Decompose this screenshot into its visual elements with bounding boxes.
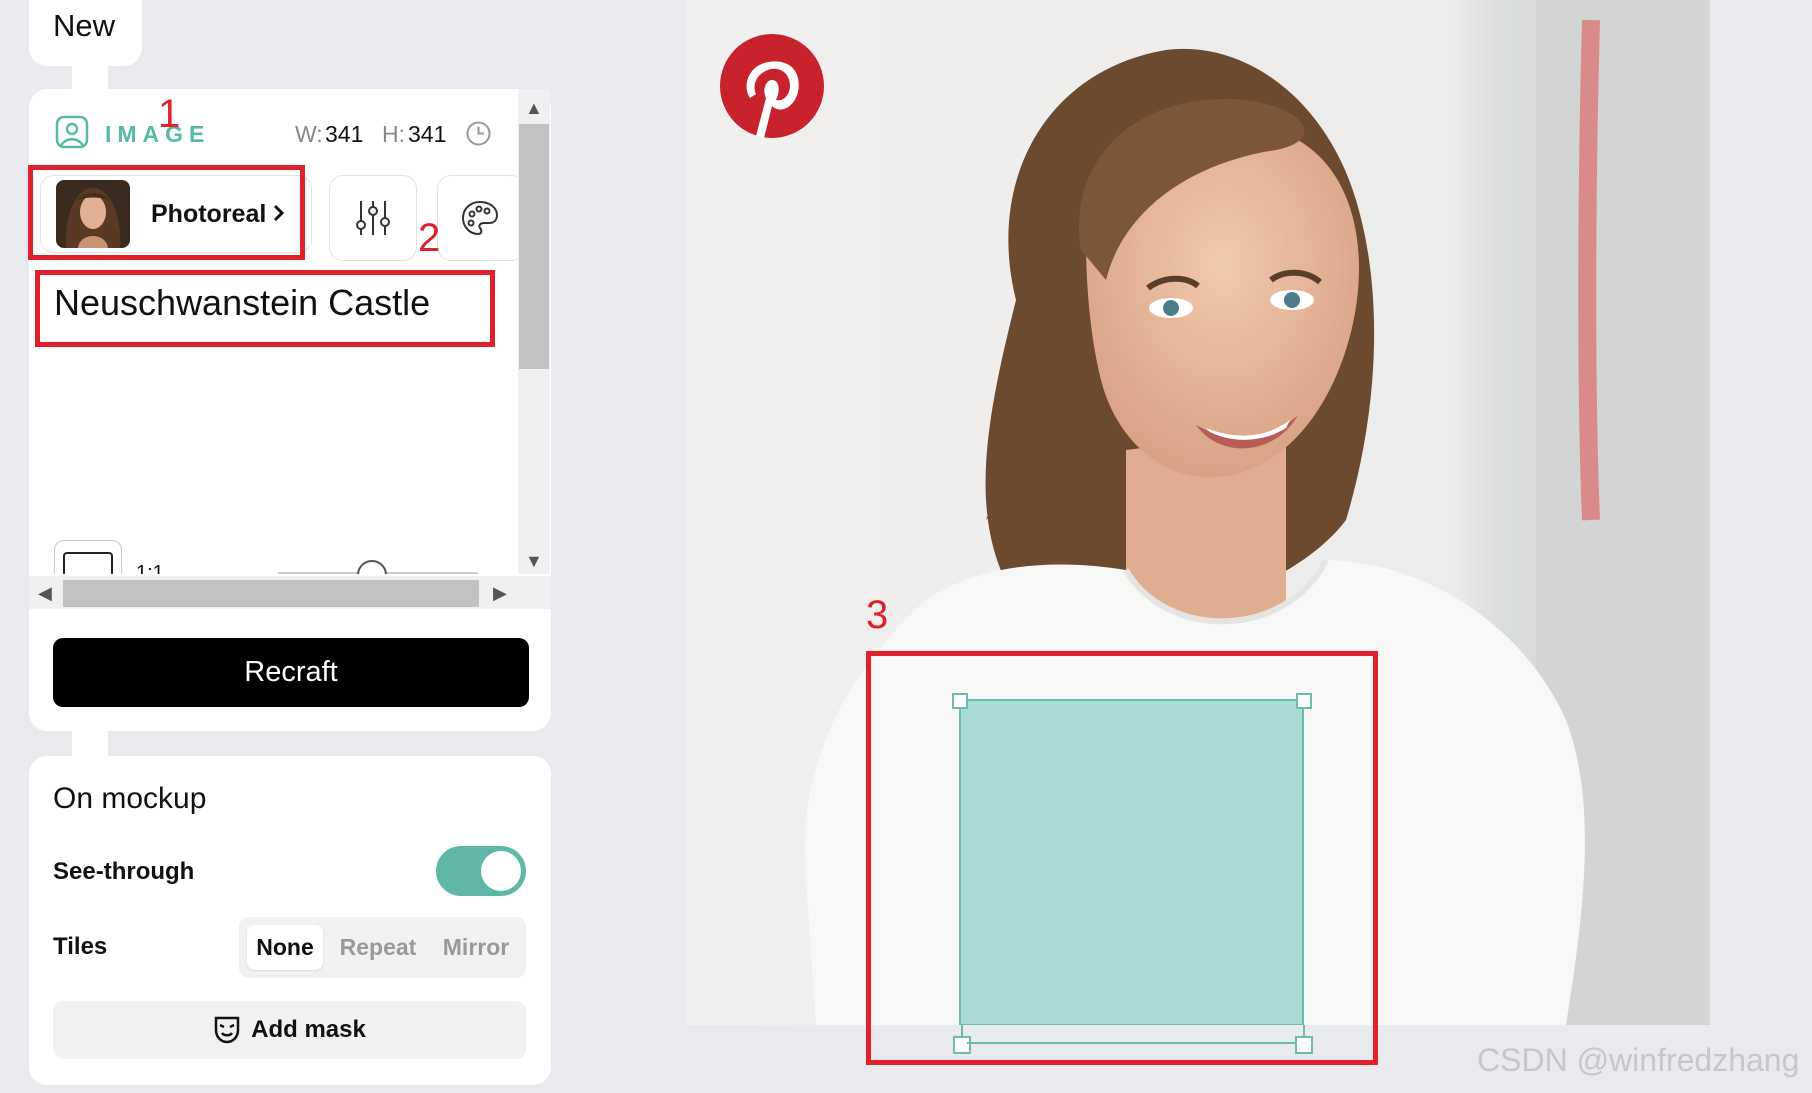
height-label: H: <box>382 121 405 147</box>
horizontal-scrollbar-thumb[interactable] <box>63 580 479 607</box>
scroll-down-arrow-icon[interactable]: ▼ <box>525 551 543 572</box>
tiles-option-none[interactable]: None <box>247 925 323 970</box>
annotation-number-1: 1 <box>158 92 181 136</box>
adjustments-button[interactable] <box>329 175 417 261</box>
height-value[interactable]: 341 <box>408 121 446 148</box>
annotation-number-2: 2 <box>418 216 441 260</box>
width-label: W: <box>295 121 323 147</box>
add-mask-label: Add mask <box>251 1016 366 1043</box>
mockup-title: On mockup <box>53 782 207 815</box>
palette-button[interactable] <box>437 175 518 261</box>
add-mask-button[interactable]: Add mask <box>53 1001 526 1059</box>
aspect-ratio-label: 1:1 <box>136 562 164 574</box>
tab-new[interactable]: New <box>29 0 142 66</box>
panel-connector-2 <box>72 729 108 758</box>
tab-new-label: New <box>53 8 116 43</box>
image-icon <box>55 115 89 149</box>
see-through-label: See-through <box>53 858 195 885</box>
aspect-ratio-icon <box>63 552 113 574</box>
sliders-icon <box>356 201 390 235</box>
vertical-scrollbar-thumb[interactable] <box>519 124 549 369</box>
annotation-box-1 <box>28 165 305 260</box>
aspect-slider-thumb[interactable] <box>357 560 387 574</box>
watermark: CSDN @winfredzhang <box>1477 1042 1800 1078</box>
tiles-label: Tiles <box>53 933 108 960</box>
scroll-right-arrow-icon[interactable]: ▶ <box>493 583 507 604</box>
recraft-button[interactable]: Recraft <box>53 638 529 707</box>
tiles-option-repeat[interactable]: Repeat <box>330 925 426 970</box>
scroll-left-arrow-icon[interactable]: ◀ <box>38 583 52 604</box>
history-clock-icon[interactable] <box>465 120 492 147</box>
annotation-number-3: 3 <box>866 593 889 637</box>
panel-connector <box>72 64 108 90</box>
annotation-box-2 <box>35 270 495 347</box>
palette-icon <box>461 200 499 236</box>
annotation-box-3 <box>866 651 1378 1065</box>
tiles-option-mirror[interactable]: Mirror <box>430 925 522 970</box>
mask-icon <box>214 1016 240 1044</box>
see-through-toggle-knob <box>481 851 521 891</box>
scroll-up-arrow-icon[interactable]: ▲ <box>525 98 543 119</box>
width-value[interactable]: 341 <box>325 121 363 148</box>
